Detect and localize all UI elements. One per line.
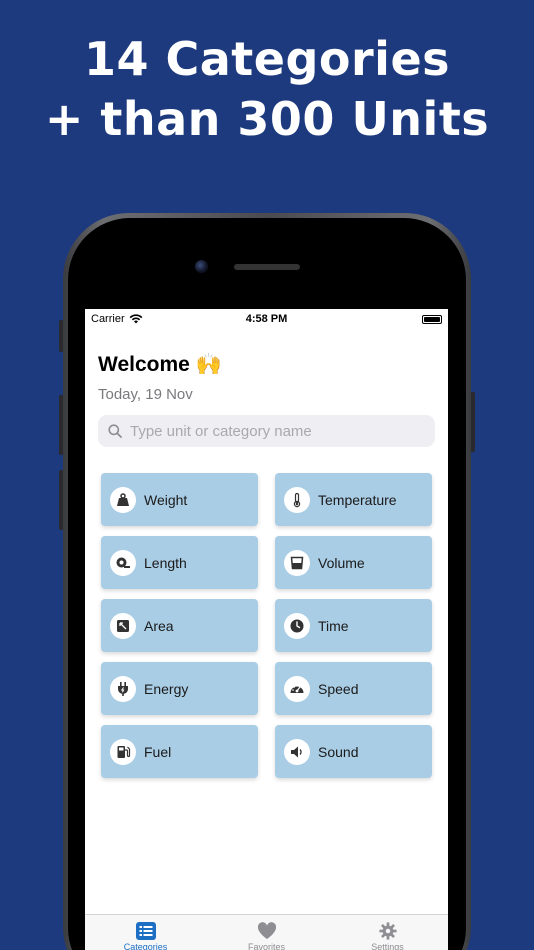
thermometer-icon [284,486,310,513]
tape-measure-icon [110,549,136,576]
cup-icon [284,549,310,576]
category-energy[interactable]: Energy [101,662,258,715]
status-bar: Carrier 4:58 PM [85,309,448,329]
category-label: Temperature [318,491,397,508]
category-label: Speed [318,680,359,697]
list-icon [135,922,156,940]
category-label: Length [144,554,187,571]
front-camera [195,260,208,273]
tab-label: Categories [123,942,168,950]
category-fuel[interactable]: Fuel [101,725,258,778]
category-sound[interactable]: Sound [275,725,432,778]
area-icon [110,612,136,639]
clock-icon [284,612,310,639]
speaker-icon [284,738,310,765]
phone-screen: Carrier 4:58 PM Welcome 🙌 Today, 19 Nov … [85,309,448,950]
category-speed[interactable]: Speed [275,662,432,715]
category-label: Time [318,617,349,634]
heart-icon [257,922,276,939]
welcome-title: Welcome 🙌 [98,353,222,376]
category-label: Volume [318,554,365,571]
tab-categories[interactable]: Categories [85,915,206,950]
category-length[interactable]: Length [101,536,258,589]
category-label: Fuel [144,743,172,760]
category-volume[interactable]: Volume [275,536,432,589]
category-weight[interactable]: Weight [101,473,258,526]
plug-icon [110,675,136,702]
category-time[interactable]: Time [275,599,432,652]
earpiece-speaker [234,264,300,270]
tab-favorites[interactable]: Favorites [206,915,327,950]
tab-bar: Categories Favorites Settings [85,914,448,950]
headline-line-1: 14 Categories [83,32,451,86]
tab-label: Settings [371,942,404,950]
date-subtitle: Today, 19 Nov [98,386,193,403]
category-label: Sound [318,743,359,760]
tab-label: Favorites [247,942,285,950]
tab-settings[interactable]: Settings [327,915,448,950]
speedometer-icon [284,675,310,702]
search-input[interactable] [130,422,410,440]
category-label: Energy [144,680,189,697]
search-bar[interactable] [98,415,435,447]
category-temperature[interactable]: Temperature [275,473,432,526]
category-label: Area [144,617,174,634]
search-icon [108,424,122,438]
status-time: 4:58 PM [245,313,288,325]
headline-line-2: + than 300 Units [44,92,490,146]
gas-pump-icon [110,738,136,765]
category-grid: Weight Temperature Length Volume Area Ti… [101,473,432,778]
battery-icon [422,315,442,324]
gear-icon [378,922,397,940]
category-label: Weight [144,491,188,508]
weight-icon [110,486,136,513]
category-area[interactable]: Area [101,599,258,652]
